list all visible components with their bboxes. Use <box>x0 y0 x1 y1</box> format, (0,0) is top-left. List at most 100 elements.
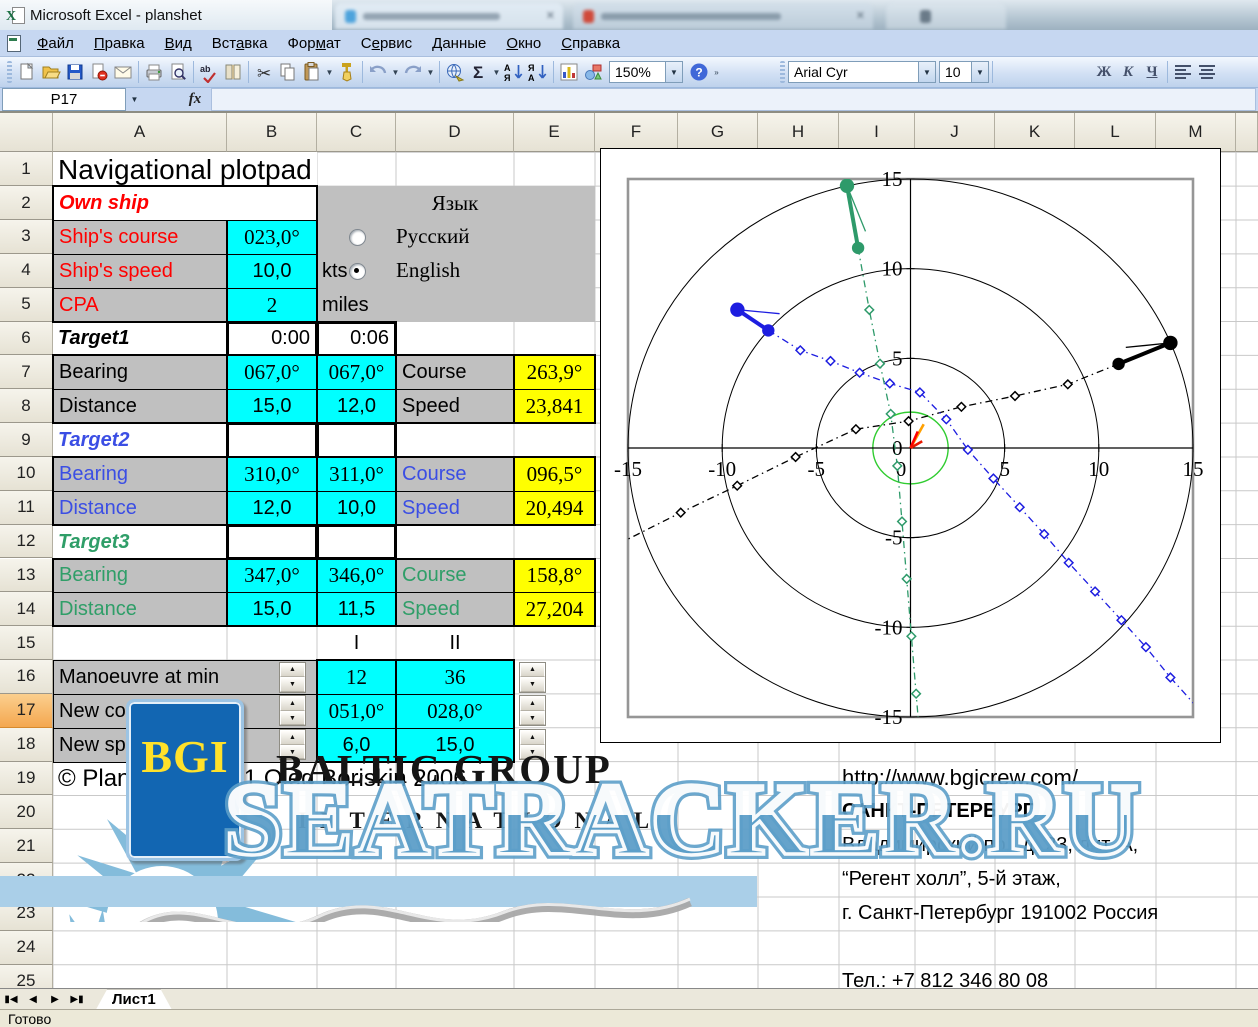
cell-A1[interactable]: Navigational plotpad <box>53 152 317 187</box>
cell-A2[interactable]: Own ship <box>53 186 317 221</box>
cell-A5[interactable]: CPA <box>53 288 227 323</box>
row-header-3[interactable]: 3 <box>0 220 53 254</box>
prev-sheet-button[interactable]: ◀ <box>22 991 44 1009</box>
spin-down-icon[interactable]: ▼ <box>520 711 545 726</box>
cell-B4[interactable]: 10,0 <box>227 254 317 289</box>
spin-up-icon[interactable]: ▲ <box>520 663 545 678</box>
sheet-tab[interactable]: Лист1 <box>96 990 172 1010</box>
column-header-M[interactable]: M <box>1156 113 1236 152</box>
spin-down-icon[interactable]: ▼ <box>280 711 305 726</box>
column-header-E[interactable]: E <box>514 113 595 152</box>
row-header-1[interactable]: 1 <box>0 152 53 186</box>
cell-C13[interactable]: 346,0° <box>317 559 396 594</box>
cell-C9[interactable] <box>317 423 396 458</box>
spinner-row16[interactable]: ▲▼ <box>279 662 306 693</box>
column-header-H[interactable]: H <box>758 113 839 152</box>
toolbar-options-button[interactable]: » <box>711 60 722 84</box>
email-button[interactable] <box>111 60 135 84</box>
bold-button[interactable]: Ж <box>1092 60 1116 84</box>
cell-A3[interactable]: Ship's course <box>53 220 227 255</box>
last-sheet-button[interactable]: ▶▮ <box>66 991 88 1009</box>
row-header-12[interactable]: 12 <box>0 525 53 559</box>
spin-up-icon[interactable]: ▲ <box>280 663 305 678</box>
spin-up-icon[interactable]: ▲ <box>280 730 305 745</box>
cell-D14[interactable]: Speed <box>396 592 514 627</box>
formula-input[interactable] <box>211 88 1256 111</box>
zoom-combobox[interactable]: 150%▼ <box>609 61 683 83</box>
autosum-button[interactable]: Σ <box>467 60 491 84</box>
chart-wizard-button[interactable] <box>557 60 581 84</box>
column-header-L[interactable]: L <box>1075 113 1156 152</box>
row-header-16[interactable]: 16 <box>0 660 53 694</box>
column-header-K[interactable]: K <box>995 113 1075 152</box>
cut-button[interactable]: ✂ <box>252 60 276 84</box>
sort-asc-button[interactable]: АЯ <box>502 60 526 84</box>
row-header-4[interactable]: 4 <box>0 254 53 288</box>
menu-Файл[interactable]: Файл <box>28 32 83 55</box>
spinner-row18[interactable]: ▲▼ <box>519 729 546 760</box>
print-preview-button[interactable] <box>166 60 190 84</box>
cell-D2[interactable]: Язык <box>396 186 514 221</box>
cell-E7[interactable]: 263,9° <box>514 355 595 390</box>
cell-C10[interactable]: 311,0° <box>317 457 396 492</box>
cell-E13[interactable]: 158,8° <box>514 559 595 594</box>
cell-C17[interactable]: 051,0° <box>317 694 396 729</box>
column-header-C[interactable]: C <box>317 113 396 152</box>
row-header-6[interactable]: 6 <box>0 322 53 356</box>
open-button[interactable] <box>39 60 63 84</box>
row-header-25[interactable]: 25 <box>0 965 53 989</box>
new-button[interactable] <box>15 60 39 84</box>
column-header-G[interactable]: G <box>678 113 758 152</box>
spin-up-icon[interactable]: ▲ <box>280 696 305 711</box>
column-header-J[interactable]: J <box>915 113 995 152</box>
permission-button[interactable] <box>87 60 111 84</box>
italic-button[interactable]: K <box>1116 60 1140 84</box>
cell-A4[interactable]: Ship's speed <box>53 254 227 289</box>
cell-A7[interactable]: Bearing <box>53 355 227 390</box>
row-header-23[interactable]: 23 <box>0 897 53 931</box>
select-all-corner[interactable] <box>0 113 53 152</box>
cell-D7[interactable]: Course <box>396 355 514 390</box>
save-button[interactable] <box>63 60 87 84</box>
column-header-D[interactable]: D <box>396 113 514 152</box>
cell-A8[interactable]: Distance <box>53 389 227 424</box>
paste-dropdown-icon[interactable]: ▼ <box>324 60 335 84</box>
cell-B12[interactable] <box>227 525 317 560</box>
research-button[interactable] <box>221 60 245 84</box>
cell-D8[interactable]: Speed <box>396 389 514 424</box>
cell-C7[interactable]: 067,0° <box>317 355 396 390</box>
redo-button[interactable] <box>401 60 425 84</box>
language-option-label[interactable]: Русский <box>396 220 470 254</box>
spinner-row17[interactable]: ▲▼ <box>279 695 306 726</box>
cell-C18[interactable]: 6,0 <box>317 728 396 763</box>
row-header-17[interactable]: 17 <box>0 694 53 728</box>
cell-B8[interactable]: 15,0 <box>227 389 317 424</box>
cell-E11[interactable]: 20,494 <box>514 491 595 526</box>
column-header-F[interactable]: F <box>595 113 678 152</box>
menu-Правка[interactable]: Правка <box>85 32 154 55</box>
paste-button[interactable] <box>300 60 324 84</box>
menu-Справка[interactable]: Справка <box>552 32 629 55</box>
format-painter-button[interactable] <box>335 60 359 84</box>
undo-button[interactable] <box>366 60 390 84</box>
cell-B10[interactable]: 310,0° <box>227 457 317 492</box>
cell-D10[interactable]: Course <box>396 457 514 492</box>
spinner-row17[interactable]: ▲▼ <box>519 695 546 726</box>
cell-A9[interactable]: Target2 <box>53 423 227 458</box>
font-name-combobox[interactable]: Arial Cyr▼ <box>788 61 936 83</box>
cell-C14[interactable]: 11,5 <box>317 592 396 627</box>
cell-B13[interactable]: 347,0° <box>227 559 317 594</box>
contact-line[interactable]: http://www.bgicrew.com/ <box>842 762 1078 795</box>
next-sheet-button[interactable]: ▶ <box>44 991 66 1009</box>
menu-Вид[interactable]: Вид <box>156 32 201 55</box>
redo-dropdown-icon[interactable]: ▼ <box>425 60 436 84</box>
row-header-19[interactable]: 19 <box>0 762 53 796</box>
cell-A14[interactable]: Distance <box>53 592 227 627</box>
spin-down-icon[interactable]: ▼ <box>520 677 545 692</box>
cell-D16[interactable]: 36 <box>396 660 514 695</box>
copy-button[interactable] <box>276 60 300 84</box>
cell-B6[interactable]: 0:00 <box>227 322 317 357</box>
cell-C5[interactable]: miles <box>317 288 396 323</box>
cell-A17[interactable]: New course: <box>53 694 317 729</box>
sort-desc-button[interactable]: ЯА <box>526 60 550 84</box>
